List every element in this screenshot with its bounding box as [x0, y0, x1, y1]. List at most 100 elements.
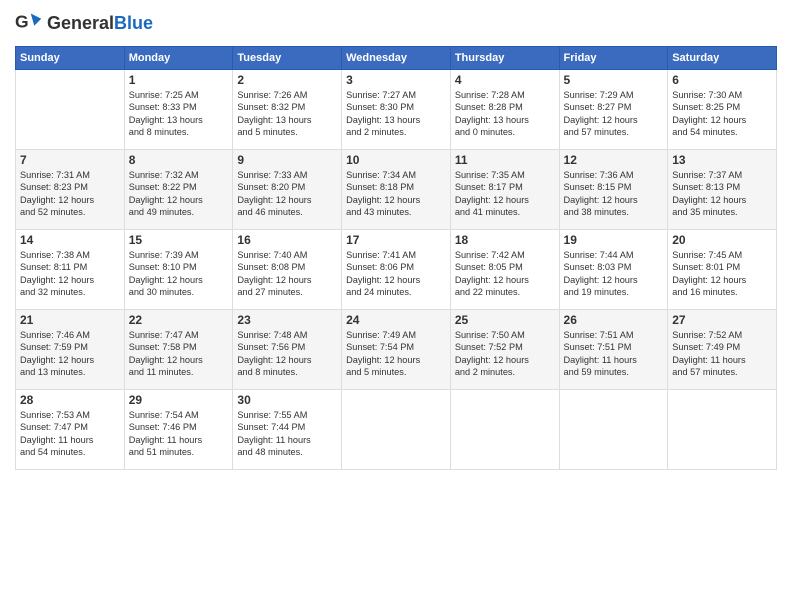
day-info: Sunrise: 7:33 AM Sunset: 8:20 PM Dayligh…: [237, 169, 337, 219]
day-cell: [450, 390, 559, 470]
day-cell: 14 Sunrise: 7:38 AM Sunset: 8:11 PM Dayli…: [16, 230, 125, 310]
weekday-header-thursday: Thursday: [450, 47, 559, 70]
day-cell: 20 Sunrise: 7:45 AM Sunset: 8:01 PM Dayli…: [668, 230, 777, 310]
day-number: 5: [564, 73, 664, 87]
day-number: 7: [20, 153, 120, 167]
day-number: 26: [564, 313, 664, 327]
day-number: 22: [129, 313, 229, 327]
day-number: 8: [129, 153, 229, 167]
day-number: 21: [20, 313, 120, 327]
day-cell: 1 Sunrise: 7:25 AM Sunset: 8:33 PM Daylig…: [124, 70, 233, 150]
day-number: 16: [237, 233, 337, 247]
header: G GeneralBlue: [15, 10, 777, 38]
day-cell: 10 Sunrise: 7:34 AM Sunset: 8:18 PM Dayli…: [342, 150, 451, 230]
calendar-header: SundayMondayTuesdayWednesdayThursdayFrid…: [16, 47, 777, 70]
day-cell: 24 Sunrise: 7:49 AM Sunset: 7:54 PM Dayli…: [342, 310, 451, 390]
day-number: 11: [455, 153, 555, 167]
day-info: Sunrise: 7:45 AM Sunset: 8:01 PM Dayligh…: [672, 249, 772, 299]
weekday-header-sunday: Sunday: [16, 47, 125, 70]
day-info: Sunrise: 7:35 AM Sunset: 8:17 PM Dayligh…: [455, 169, 555, 219]
day-info: Sunrise: 7:39 AM Sunset: 8:10 PM Dayligh…: [129, 249, 229, 299]
day-info: Sunrise: 7:37 AM Sunset: 8:13 PM Dayligh…: [672, 169, 772, 219]
day-info: Sunrise: 7:31 AM Sunset: 8:23 PM Dayligh…: [20, 169, 120, 219]
weekday-header-tuesday: Tuesday: [233, 47, 342, 70]
day-number: 30: [237, 393, 337, 407]
day-cell: 4 Sunrise: 7:28 AM Sunset: 8:28 PM Daylig…: [450, 70, 559, 150]
day-number: 12: [564, 153, 664, 167]
day-number: 3: [346, 73, 446, 87]
day-info: Sunrise: 7:27 AM Sunset: 8:30 PM Dayligh…: [346, 89, 446, 139]
day-cell: 9 Sunrise: 7:33 AM Sunset: 8:20 PM Daylig…: [233, 150, 342, 230]
day-info: Sunrise: 7:34 AM Sunset: 8:18 PM Dayligh…: [346, 169, 446, 219]
day-cell: 19 Sunrise: 7:44 AM Sunset: 8:03 PM Dayli…: [559, 230, 668, 310]
week-row-5: 28 Sunrise: 7:53 AM Sunset: 7:47 PM Dayli…: [16, 390, 777, 470]
day-cell: [668, 390, 777, 470]
day-cell: 23 Sunrise: 7:48 AM Sunset: 7:56 PM Dayli…: [233, 310, 342, 390]
day-cell: 25 Sunrise: 7:50 AM Sunset: 7:52 PM Dayli…: [450, 310, 559, 390]
day-number: 19: [564, 233, 664, 247]
day-number: 27: [672, 313, 772, 327]
day-info: Sunrise: 7:42 AM Sunset: 8:05 PM Dayligh…: [455, 249, 555, 299]
day-cell: 16 Sunrise: 7:40 AM Sunset: 8:08 PM Dayli…: [233, 230, 342, 310]
day-info: Sunrise: 7:49 AM Sunset: 7:54 PM Dayligh…: [346, 329, 446, 379]
day-cell: 29Sunrise: 7:54 AM Sunset: 7:46 PM Dayli…: [124, 390, 233, 470]
day-number: 28: [20, 393, 120, 407]
day-number: 9: [237, 153, 337, 167]
day-info: Sunrise: 7:26 AM Sunset: 8:32 PM Dayligh…: [237, 89, 337, 139]
day-info: Sunrise: 7:36 AM Sunset: 8:15 PM Dayligh…: [564, 169, 664, 219]
day-cell: 11 Sunrise: 7:35 AM Sunset: 8:17 PM Dayli…: [450, 150, 559, 230]
day-info: Sunrise: 7:55 AM Sunset: 7:44 PM Dayligh…: [237, 409, 337, 459]
calendar-table: SundayMondayTuesdayWednesdayThursdayFrid…: [15, 46, 777, 470]
day-number: 29: [129, 393, 229, 407]
day-cell: 26 Sunrise: 7:51 AM Sunset: 7:51 PM Dayli…: [559, 310, 668, 390]
day-cell: 17 Sunrise: 7:41 AM Sunset: 8:06 PM Dayli…: [342, 230, 451, 310]
page: G GeneralBlue SundayMondayTuesdayWednesd…: [0, 0, 792, 612]
day-cell: 30 Sunrise: 7:55 AM Sunset: 7:44 PM Dayli…: [233, 390, 342, 470]
day-info: Sunrise: 7:25 AM Sunset: 8:33 PM Dayligh…: [129, 89, 229, 139]
week-row-3: 14 Sunrise: 7:38 AM Sunset: 8:11 PM Dayli…: [16, 230, 777, 310]
day-cell: [559, 390, 668, 470]
day-info: Sunrise: 7:53 AM Sunset: 7:47 PM Dayligh…: [20, 409, 120, 459]
day-cell: [342, 390, 451, 470]
day-cell: 5 Sunrise: 7:29 AM Sunset: 8:27 PM Daylig…: [559, 70, 668, 150]
day-number: 10: [346, 153, 446, 167]
day-cell: 21Sunrise: 7:46 AM Sunset: 7:59 PM Dayli…: [16, 310, 125, 390]
day-info: Sunrise: 7:38 AM Sunset: 8:11 PM Dayligh…: [20, 249, 120, 299]
day-info: Sunrise: 7:52 AM Sunset: 7:49 PM Dayligh…: [672, 329, 772, 379]
day-info: Sunrise: 7:44 AM Sunset: 8:03 PM Dayligh…: [564, 249, 664, 299]
day-number: 25: [455, 313, 555, 327]
day-number: 1: [129, 73, 229, 87]
day-cell: 2 Sunrise: 7:26 AM Sunset: 8:32 PM Daylig…: [233, 70, 342, 150]
day-info: Sunrise: 7:40 AM Sunset: 8:08 PM Dayligh…: [237, 249, 337, 299]
day-cell: 3 Sunrise: 7:27 AM Sunset: 8:30 PM Daylig…: [342, 70, 451, 150]
day-cell: 12 Sunrise: 7:36 AM Sunset: 8:15 PM Dayli…: [559, 150, 668, 230]
day-info: Sunrise: 7:41 AM Sunset: 8:06 PM Dayligh…: [346, 249, 446, 299]
week-row-1: 1 Sunrise: 7:25 AM Sunset: 8:33 PM Daylig…: [16, 70, 777, 150]
day-info: Sunrise: 7:29 AM Sunset: 8:27 PM Dayligh…: [564, 89, 664, 139]
day-number: 17: [346, 233, 446, 247]
day-number: 24: [346, 313, 446, 327]
week-row-2: 7 Sunrise: 7:31 AM Sunset: 8:23 PM Daylig…: [16, 150, 777, 230]
weekday-header-friday: Friday: [559, 47, 668, 70]
week-row-4: 21Sunrise: 7:46 AM Sunset: 7:59 PM Dayli…: [16, 310, 777, 390]
day-info: Sunrise: 7:50 AM Sunset: 7:52 PM Dayligh…: [455, 329, 555, 379]
day-cell: 13Sunrise: 7:37 AM Sunset: 8:13 PM Dayli…: [668, 150, 777, 230]
weekday-header-monday: Monday: [124, 47, 233, 70]
day-info: Sunrise: 7:47 AM Sunset: 7:58 PM Dayligh…: [129, 329, 229, 379]
day-number: 14: [20, 233, 120, 247]
calendar-body: 1 Sunrise: 7:25 AM Sunset: 8:33 PM Daylig…: [16, 70, 777, 470]
day-number: 15: [129, 233, 229, 247]
day-info: Sunrise: 7:51 AM Sunset: 7:51 PM Dayligh…: [564, 329, 664, 379]
weekday-header-wednesday: Wednesday: [342, 47, 451, 70]
day-number: 23: [237, 313, 337, 327]
day-info: Sunrise: 7:48 AM Sunset: 7:56 PM Dayligh…: [237, 329, 337, 379]
day-number: 4: [455, 73, 555, 87]
day-cell: 15 Sunrise: 7:39 AM Sunset: 8:10 PM Dayli…: [124, 230, 233, 310]
day-number: 20: [672, 233, 772, 247]
day-number: 2: [237, 73, 337, 87]
day-cell: 18 Sunrise: 7:42 AM Sunset: 8:05 PM Dayli…: [450, 230, 559, 310]
weekday-header-saturday: Saturday: [668, 47, 777, 70]
logo-text: GeneralBlue: [47, 14, 153, 34]
day-info: Sunrise: 7:28 AM Sunset: 8:28 PM Dayligh…: [455, 89, 555, 139]
day-number: 18: [455, 233, 555, 247]
